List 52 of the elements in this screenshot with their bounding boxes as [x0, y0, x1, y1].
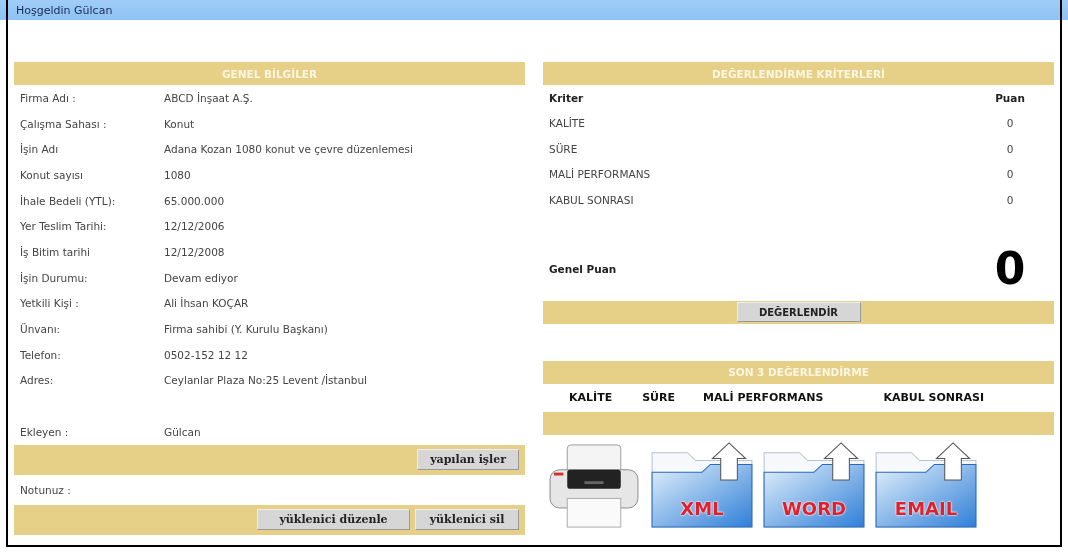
- criterion-name: KABUL SONRASI: [549, 193, 634, 206]
- field-label: Adres:: [20, 374, 55, 387]
- column-header: SÜRE: [642, 391, 675, 404]
- column-header: Puan: [994, 91, 1026, 104]
- column-header: MALİ PERFORMANS: [703, 391, 824, 404]
- field-value: Ceylanlar Plaza No:25 Levent /İstanbul: [164, 374, 368, 387]
- criterion-score: 0: [1005, 193, 1015, 206]
- field-label: İşin Adı: [20, 143, 60, 156]
- column-header: KABUL SONRASI: [883, 391, 985, 404]
- contractor-button[interactable]: yüklenici düzenle: [257, 509, 410, 531]
- field-value: Konut: [164, 117, 196, 130]
- field-value: ABCD İnşaat A.Ş.: [164, 91, 254, 104]
- field-value: Firma sahibi (Y. Kurulu Başkanı): [164, 323, 329, 336]
- criterion-name: KALİTE: [549, 117, 585, 130]
- printer-icon[interactable]: [546, 442, 642, 529]
- field-value: 12/12/2008: [164, 245, 226, 258]
- field-label: Ekleyen :: [20, 426, 70, 439]
- field-value: 1080: [164, 168, 192, 181]
- field-label: İşin Durumu:: [20, 271, 89, 284]
- section-title: DEĞERLENDİRME KRİTERLERİ: [712, 67, 885, 80]
- field-label: Yetkili Kişi :: [20, 297, 80, 310]
- criterion-score: 0: [1005, 117, 1015, 130]
- criterion-score: 0: [1005, 142, 1015, 155]
- criterion-name: SÜRE: [549, 142, 578, 155]
- evaluate-button[interactable]: DEĞERLENDİR: [736, 302, 861, 322]
- total-label: Genel Puan: [549, 262, 617, 275]
- field-value: 65.000.000: [164, 194, 226, 207]
- greeting-text: Hoşgeldin Gülcan: [16, 3, 113, 17]
- field-label: Ünvanı:: [20, 323, 62, 336]
- section-title: SON 3 DEĞERLENDİRME: [728, 366, 869, 378]
- field-label: Çalışma Sahası :: [20, 117, 108, 130]
- criterion-name: MALİ PERFORMANS: [549, 168, 651, 181]
- total-score: 0: [993, 246, 1027, 291]
- field-label: İş Bitim tarihi: [20, 245, 91, 258]
- field-value: Devam ediyor: [164, 271, 239, 284]
- field-value: Gülcan: [164, 426, 202, 439]
- field-value: 0502-152 12 12: [164, 348, 249, 361]
- column-header: Kriter: [549, 91, 584, 104]
- works-button[interactable]: yapılan işler: [417, 449, 519, 471]
- field-label: Firma Adı :: [20, 91, 77, 104]
- section-title: GENEL BİLGİLER: [221, 67, 318, 80]
- field-label: İhale Bedeli (YTL):: [20, 194, 117, 207]
- field-value: Adana Kozan 1080 konut ve çevre düzenlemesi: [164, 143, 414, 156]
- criterion-score: 0: [1005, 168, 1015, 181]
- contractor-button[interactable]: yüklenici sil: [415, 509, 519, 531]
- field-label: Telefon:: [20, 348, 62, 361]
- field-value: 12/12/2006: [164, 220, 226, 233]
- field-label: Konut sayısı: [20, 168, 84, 181]
- column-header: KALİTE: [569, 391, 613, 404]
- note-label: Notunuz :: [20, 483, 72, 496]
- field-label: Yer Teslim Tarihi:: [20, 220, 108, 233]
- field-value: Ali İhsan KOÇAR: [164, 297, 250, 310]
